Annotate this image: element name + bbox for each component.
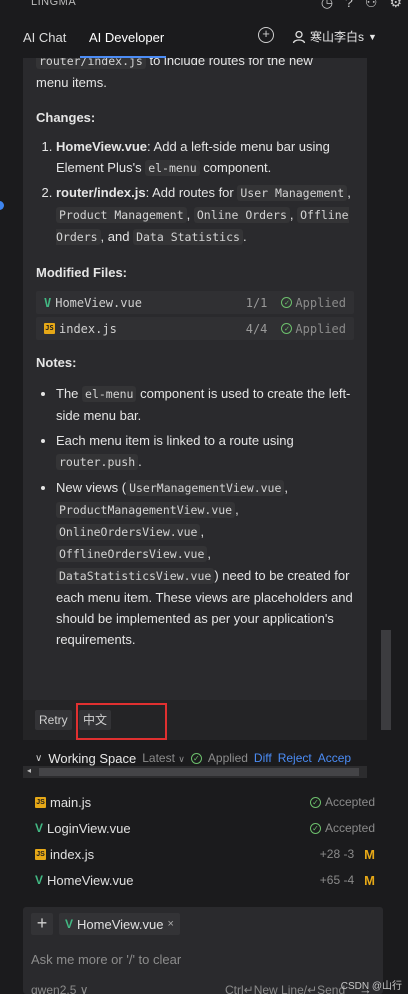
status-dot	[0, 201, 4, 210]
chevron-down-icon[interactable]: ∨	[35, 753, 42, 764]
working-space-header: ∨ Working Space Latest ∨ ✓ Applied Diff …	[23, 748, 367, 768]
user-name: 寒山李白s	[310, 30, 365, 44]
list-item: HomeView.vue: Add a left-side menu bar u…	[56, 136, 354, 179]
history-icon[interactable]: ◷	[321, 0, 333, 11]
js-file-icon: JS	[35, 848, 46, 860]
vue-file-icon: V	[44, 295, 52, 310]
check-circle-icon: ✓	[309, 796, 321, 808]
list-item: Each menu item is linked to a route usin…	[56, 430, 354, 473]
diff-link[interactable]: Diff	[254, 751, 272, 765]
chat-input-placeholder[interactable]: Ask me more or '/' to clear	[31, 952, 181, 967]
chevron-down-icon: ∨	[178, 754, 185, 764]
close-icon[interactable]: ×	[168, 918, 174, 930]
js-file-icon: JS	[35, 796, 46, 808]
changes-list: HomeView.vue: Add a left-side menu bar u…	[36, 136, 354, 248]
watermark: CSDN @山行	[340, 981, 402, 992]
shortcut-hint: Ctrl↵New Line/↵Send	[225, 983, 346, 994]
list-item: The el-menu component is used to create …	[56, 383, 354, 426]
reject-link[interactable]: Reject	[278, 751, 312, 765]
workspace-file-row[interactable]: JS index.js +28 -3 M	[35, 844, 375, 864]
check-circle-icon: ✓	[309, 822, 321, 834]
workspace-file-row[interactable]: JS main.js ✓ Accepted	[35, 792, 375, 812]
modified-files-heading: Modified Files:	[36, 265, 127, 280]
users-icon[interactable]: ⚇	[365, 0, 378, 11]
notes-list: The el-menu component is used to create …	[36, 383, 354, 650]
chevron-down-icon: ▼	[368, 31, 377, 42]
chevron-down-icon: ∨	[79, 983, 89, 994]
retry-button[interactable]: Retry	[35, 710, 72, 730]
message-panel: router/index.js to include routes for th…	[23, 58, 367, 740]
changes-heading: Changes:	[36, 110, 96, 125]
model-select[interactable]: qwen2.5 ∨	[31, 983, 89, 994]
workspace-file-row[interactable]: V HomeView.vue +65 -4 M	[35, 870, 375, 890]
vue-file-icon: V	[35, 873, 44, 887]
list-item: router/index.js: Add routes for User Man…	[56, 182, 354, 248]
panel-scrollbar[interactable]	[381, 630, 391, 730]
vue-file-icon: V	[35, 821, 44, 835]
tab-ai-developer[interactable]: AI Developer	[89, 30, 164, 45]
check-circle-icon: ✓	[190, 752, 202, 764]
plugin-title: LINGMA	[31, 0, 77, 8]
context-chip[interactable]: V HomeView.vue ×	[59, 913, 180, 935]
modified-file-row[interactable]: JS index.js 4/4 ✓ Applied	[36, 317, 354, 340]
vue-file-icon: V	[65, 917, 74, 931]
check-circle-icon: ✓	[281, 297, 293, 308]
chat-input-box[interactable]: + V HomeView.vue × Ask me more or '/' to…	[23, 907, 383, 994]
help-icon[interactable]: ?	[345, 0, 353, 11]
top-bar: LINGMA ◷ ? ⚇ ⚙	[0, 0, 408, 14]
inline-code: router/index.js	[36, 58, 146, 69]
tab-ai-chat[interactable]: AI Chat	[23, 30, 66, 45]
applied-label: Applied	[207, 751, 248, 765]
user-icon	[292, 30, 306, 43]
check-circle-icon: ✓	[281, 323, 293, 334]
list-item: New views (UserManagementView.vue,Produc…	[56, 477, 354, 650]
top-icons: ◷ ? ⚇ ⚙	[321, 0, 402, 11]
working-space-title: Working Space	[48, 750, 137, 766]
new-session-icon[interactable]: +	[258, 27, 274, 43]
user-menu[interactable]: 寒山李白s ▼	[292, 28, 377, 45]
message-actions: Retry 中文	[23, 700, 367, 740]
accept-link[interactable]: Accep	[318, 751, 351, 765]
gear-icon[interactable]: ⚙	[389, 0, 402, 11]
tab-bar: AI Chat AI Developer + 寒山李白s ▼	[0, 18, 408, 58]
workspace-file-row[interactable]: V LoginView.vue ✓ Accepted	[35, 818, 375, 838]
add-context-button[interactable]: +	[31, 913, 53, 935]
modified-file-row[interactable]: V HomeView.vue 1/1 ✓ Applied	[36, 291, 354, 314]
modified-files-list: V HomeView.vue 1/1 ✓ Applied JS index.js …	[23, 291, 367, 340]
js-file-icon: JS	[44, 323, 55, 334]
latest-select[interactable]: Latest ∨	[142, 751, 185, 765]
notes-heading: Notes:	[36, 355, 77, 370]
working-space-scrollbar[interactable]: ◂	[23, 766, 367, 778]
highlight-box	[76, 703, 167, 740]
message-intro: router/index.js to include routes for th…	[23, 58, 367, 93]
input-footer: qwen2.5 ∨ Ctrl↵New Line/↵Send →	[31, 982, 383, 994]
